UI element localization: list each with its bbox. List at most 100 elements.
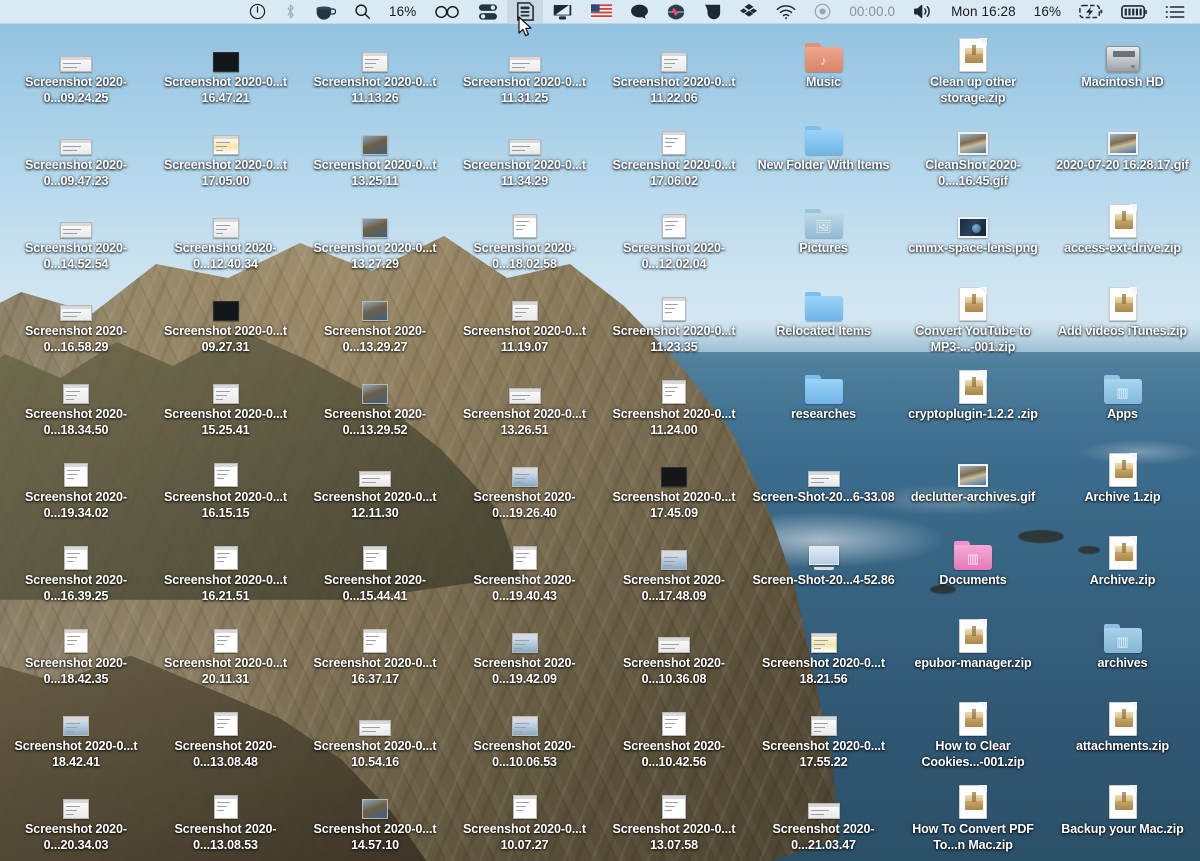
desktop-icon[interactable]: Screenshot 2020-0...t 17.55.22: [749, 694, 899, 770]
desktop-icon[interactable]: Screenshot 2020-0...12.40.34: [151, 196, 301, 272]
desktop-icon[interactable]: 2020-07-20 16.28.17.gif: [1048, 113, 1198, 173]
menu-bar-status-items[interactable]: 16% 00:00.0 Mon 16:28 16%: [240, 0, 1194, 23]
desktop-icon[interactable]: Screenshot 2020-0...t 16.21.51: [151, 528, 301, 604]
desktop-icon[interactable]: declutter-archives.gif: [898, 445, 1048, 505]
desktop-icon[interactable]: Screenshot 2020-0...t 11.31.25: [450, 30, 600, 106]
desktop-icon[interactable]: Screenshot 2020-0...13.08.48: [151, 694, 301, 770]
desktop-icon[interactable]: access-ext-drive.zip: [1048, 196, 1198, 256]
desktop-icon[interactable]: Screenshot 2020-0...18.02.58: [450, 196, 600, 272]
battery-full-icon[interactable]: [1112, 0, 1156, 23]
desktop-icon[interactable]: Screenshot 2020-0...09.24.25: [1, 30, 151, 106]
desktop-icon[interactable]: Screenshot 2020-0...t 11.13.26: [300, 30, 450, 106]
desktop-icon[interactable]: Screenshot 2020-0...t 13.26.51: [450, 362, 600, 438]
desktop-icon[interactable]: Screenshot 2020-0...t 18.42.41: [1, 694, 151, 770]
volume-icon[interactable]: [904, 0, 942, 23]
desktop-icon[interactable]: How to Clear Cookies...-001.zip: [898, 694, 1048, 770]
battery-percent-text[interactable]: 16%: [380, 0, 425, 23]
infinity-icon[interactable]: [425, 0, 469, 23]
bluetooth-icon[interactable]: [275, 0, 306, 23]
desktop-icon[interactable]: Screenshot 2020-0...t 16.37.17: [300, 611, 450, 687]
chat-bubble-icon[interactable]: [621, 0, 658, 23]
desktop-icon[interactable]: Archive.zip: [1048, 528, 1198, 588]
desktop-icon[interactable]: researches: [749, 362, 899, 422]
desktop-icon[interactable]: Clean up other storage.zip: [898, 30, 1048, 106]
desktop-icon[interactable]: Screenshot 2020-0...12.02.04: [599, 196, 749, 272]
desktop-icon[interactable]: Screenshot 2020-0...13.29.27: [300, 279, 450, 355]
desktop-icon[interactable]: Screenshot 2020-0...18.34.50: [1, 362, 151, 438]
dropbox-icon[interactable]: [731, 0, 767, 23]
desktop-icon[interactable]: Screenshot 2020-0...t 11.24.00: [599, 362, 749, 438]
desktop-icon[interactable]: Screenshot 2020-0...t 11.22.06: [599, 30, 749, 106]
desktop-icon[interactable]: attachments.zip: [1048, 694, 1198, 754]
desktop-icon[interactable]: Screenshot 2020-0...10.36.08: [599, 611, 749, 687]
battery-charging-icon[interactable]: [1070, 0, 1112, 23]
us-flag-icon[interactable]: [582, 0, 621, 23]
desktop-icon[interactable]: Screenshot 2020-0...19.40.43: [450, 528, 600, 604]
desktop-icon[interactable]: Backup your Mac.zip: [1048, 777, 1198, 837]
desktop-icon[interactable]: Screenshot 2020-0...21.03.47: [749, 777, 899, 853]
desktop-icon[interactable]: Screenshot 2020-0...16.39.25: [1, 528, 151, 604]
desktop-icon[interactable]: ▥ Documents: [898, 528, 1048, 588]
battery-percent-text-2[interactable]: 16%: [1025, 0, 1070, 23]
coffee-icon[interactable]: [306, 0, 345, 23]
menu-bar-app-menus[interactable]: [0, 0, 240, 23]
desktop-icon[interactable]: Add videos iTunes.zip: [1048, 279, 1198, 339]
desktop-icon[interactable]: Screenshot 2020-0...17.48.09: [599, 528, 749, 604]
desktop-icon[interactable]: Convert YouTube to MP3-...-001.zip: [898, 279, 1048, 355]
recording-timer[interactable]: 00:00.0: [840, 0, 904, 23]
desktop-icon[interactable]: Screenshot 2020-0...t 17.05.00: [151, 113, 301, 189]
desktop-icon[interactable]: 🖼 Pictures: [749, 196, 899, 256]
desktop-icon[interactable]: Macintosh HD: [1048, 30, 1198, 90]
desktop-icon[interactable]: Screenshot 2020-0...t 11.34.29: [450, 113, 600, 189]
desktop-icon[interactable]: Screenshot 2020-0...t 10.07.27: [450, 777, 600, 853]
menu-bar[interactable]: 16% 00:00.0 Mon 16:28 16%: [0, 0, 1200, 24]
desktop-icon[interactable]: Screenshot 2020-0...10.06.53: [450, 694, 600, 770]
desktop-icon[interactable]: Screenshot 2020-0...20.34.03: [1, 777, 151, 853]
desktop-icon[interactable]: Screen-Shot-20...4-52.86: [749, 528, 899, 588]
desktop-icon[interactable]: ▥ archives: [1048, 611, 1198, 671]
record-icon[interactable]: [805, 0, 840, 23]
desktop-icon[interactable]: cryptoplugin-1.2.2 .zip: [898, 362, 1048, 422]
search-icon[interactable]: [345, 0, 380, 23]
desktop-icon[interactable]: Screenshot 2020-0...13.29.52: [300, 362, 450, 438]
desktop-icon[interactable]: ▥ Apps: [1048, 362, 1198, 422]
desktop-icon[interactable]: Screenshot 2020-0...10.42.56: [599, 694, 749, 770]
desktop-icon[interactable]: Screenshot 2020-0...16.58.29: [1, 279, 151, 355]
desktop-icon[interactable]: Screenshot 2020-0...t 16.15.15: [151, 445, 301, 521]
globe-icon[interactable]: [658, 0, 694, 23]
power-icon[interactable]: [240, 0, 275, 23]
desktop-icon[interactable]: Screenshot 2020-0...t 20.11.31: [151, 611, 301, 687]
wifi-icon[interactable]: [767, 0, 805, 23]
desktop-icon[interactable]: Screenshot 2020-0...t 13.25.11: [300, 113, 450, 189]
desktop-icon[interactable]: Screenshot 2020-0...t 12.11.30: [300, 445, 450, 521]
desktop-icon[interactable]: Screenshot 2020-0...19.26.40: [450, 445, 600, 521]
desktop-icon[interactable]: Screenshot 2020-0...t 17.06.02: [599, 113, 749, 189]
desktop-icon[interactable]: CleanShot 2020-0....16.45.gif: [898, 113, 1048, 189]
desktop-icon[interactable]: Screenshot 2020-0...t 15.25.41: [151, 362, 301, 438]
desktop-icon-grid[interactable]: Screenshot 2020-0...09.24.25 Screenshot 2…: [0, 24, 1200, 861]
clock-text[interactable]: Mon 16:28: [942, 0, 1025, 23]
desktop-icon[interactable]: Screenshot 2020-0...18.42.35: [1, 611, 151, 687]
desktop-icon[interactable]: epubor-manager.zip: [898, 611, 1048, 671]
desktop-icon[interactable]: ♪ Music: [749, 30, 899, 90]
desktop-icon[interactable]: Screenshot 2020-0...t 09.27.31: [151, 279, 301, 355]
bartender-icon[interactable]: [694, 0, 731, 23]
desktop-icon[interactable]: Screenshot 2020-0...t 14.57.10: [300, 777, 450, 853]
desktop-icon[interactable]: Archive 1.zip: [1048, 445, 1198, 505]
desktop-icon[interactable]: Screenshot 2020-0...t 17.45.09: [599, 445, 749, 521]
desktop-icon[interactable]: Screenshot 2020-0...t 10.54.16: [300, 694, 450, 770]
desktop-icon[interactable]: How To Convert PDF To...n Mac.zip: [898, 777, 1048, 853]
desktop-icon[interactable]: Screenshot 2020-0...t 18.21.56: [749, 611, 899, 687]
toggles-icon[interactable]: [469, 0, 507, 23]
desktop-icon[interactable]: Screen-Shot-20...6-33.08: [749, 445, 899, 505]
desktop-icon[interactable]: Screenshot 2020-0...19.42.09: [450, 611, 600, 687]
desktop-icon[interactable]: Screenshot 2020-0...t 13.07.58: [599, 777, 749, 853]
desktop-icon[interactable]: cmmx-space-lens.png: [898, 196, 1048, 256]
desktop-icon[interactable]: New Folder With Items: [749, 113, 899, 173]
display-icon[interactable]: [543, 0, 582, 23]
desktop-icon[interactable]: Screenshot 2020-0...t 11.23.35: [599, 279, 749, 355]
desktop-icon[interactable]: Screenshot 2020-0...13.08.53: [151, 777, 301, 853]
desktop-icon[interactable]: Screenshot 2020-0...14.52.54: [1, 196, 151, 272]
desktop-icon[interactable]: Screenshot 2020-0...t 11.19.07: [450, 279, 600, 355]
desktop-icon[interactable]: Screenshot 2020-0...15.44.41: [300, 528, 450, 604]
